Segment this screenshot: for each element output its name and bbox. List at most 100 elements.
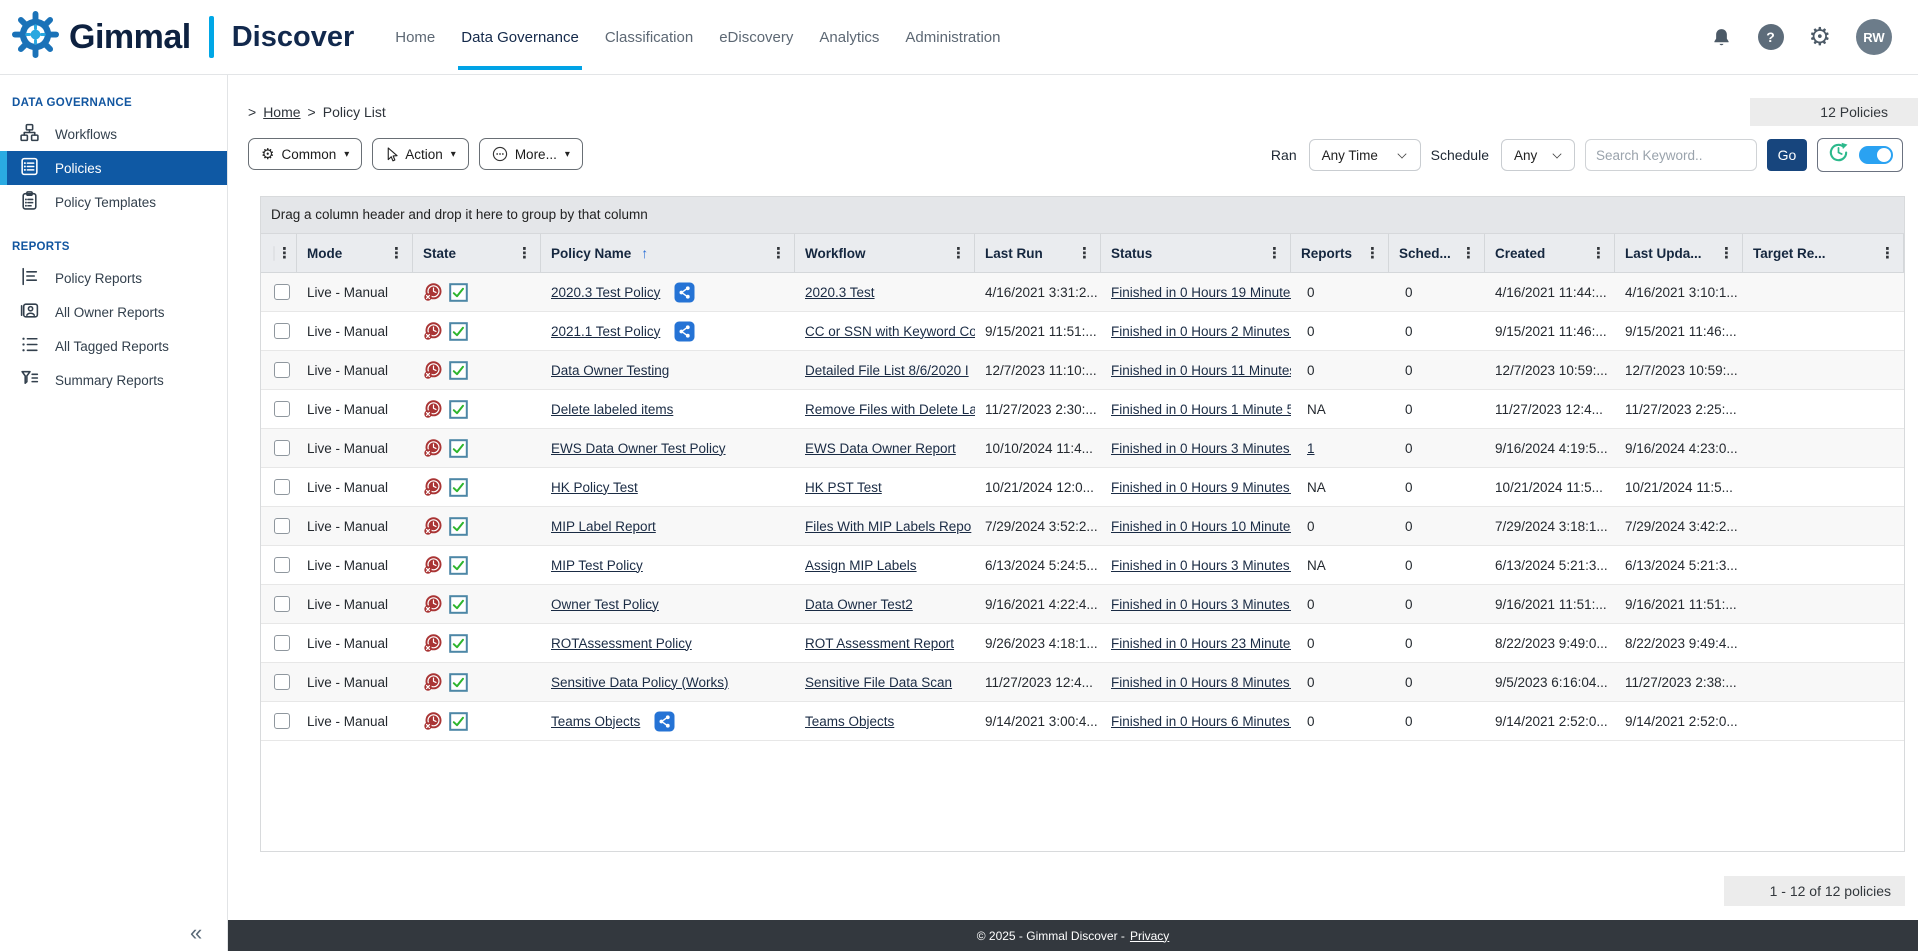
policy-name-link[interactable]: Delete labeled items bbox=[551, 402, 673, 417]
nav-tab-analytics[interactable]: Analytics bbox=[806, 0, 892, 75]
row-checkbox[interactable] bbox=[274, 596, 290, 612]
row-checkbox[interactable] bbox=[274, 713, 290, 729]
row-checkbox[interactable] bbox=[274, 635, 290, 651]
privacy-link[interactable]: Privacy bbox=[1130, 929, 1169, 943]
column-header-state[interactable]: State⋮ bbox=[413, 234, 541, 272]
policy-name-link[interactable]: Owner Test Policy bbox=[551, 597, 659, 612]
column-menu-icon[interactable]: ⋮ bbox=[1589, 244, 1608, 262]
row-checkbox[interactable] bbox=[274, 440, 290, 456]
nav-tab-classification[interactable]: Classification bbox=[592, 0, 706, 75]
nav-tab-administration[interactable]: Administration bbox=[892, 0, 1013, 75]
auto-refresh-toggle[interactable] bbox=[1859, 146, 1893, 164]
column-menu-icon[interactable]: ⋮ bbox=[515, 244, 534, 262]
breadcrumb-home-link[interactable]: Home bbox=[263, 104, 300, 120]
workflow-link[interactable]: Remove Files with Delete La bbox=[805, 402, 975, 417]
column-menu-icon[interactable]: ⋮ bbox=[1459, 244, 1478, 262]
workflow-link[interactable]: CC or SSN with Keyword Co bbox=[805, 324, 975, 339]
status-link[interactable]: Finished in 0 Hours 3 Minutes 2 bbox=[1111, 597, 1291, 612]
column-header-policy-name[interactable]: Policy Name↑⋮ bbox=[541, 234, 795, 272]
column-menu-icon[interactable]: ⋮ bbox=[1717, 244, 1736, 262]
row-checkbox[interactable] bbox=[274, 557, 290, 573]
more-button[interactable]: More... ▾ bbox=[479, 138, 583, 170]
policy-name-link[interactable]: EWS Data Owner Test Policy bbox=[551, 441, 726, 456]
status-link[interactable]: Finished in 0 Hours 11 Minutes bbox=[1111, 363, 1291, 378]
status-link[interactable]: Finished in 0 Hours 9 Minutes 1 bbox=[1111, 480, 1291, 495]
column-menu-icon[interactable]: ⋮ bbox=[1075, 244, 1094, 262]
row-checkbox[interactable] bbox=[274, 674, 290, 690]
status-link[interactable]: Finished in 0 Hours 2 Minutes 5 bbox=[1111, 324, 1291, 339]
row-checkbox[interactable] bbox=[274, 401, 290, 417]
status-link[interactable]: Finished in 0 Hours 10 Minutes bbox=[1111, 519, 1291, 534]
column-menu-icon[interactable]: ⋮ bbox=[387, 244, 406, 262]
status-link[interactable]: Finished in 0 Hours 3 Minutes 5 bbox=[1111, 558, 1291, 573]
search-input[interactable] bbox=[1585, 139, 1757, 171]
action-button[interactable]: Action ▾ bbox=[372, 138, 469, 170]
workflow-link[interactable]: ROT Assessment Report bbox=[805, 636, 954, 651]
status-link[interactable]: Finished in 0 Hours 19 Minutes bbox=[1111, 285, 1291, 300]
share-icon[interactable] bbox=[674, 321, 695, 342]
row-checkbox[interactable] bbox=[274, 479, 290, 495]
workflow-link[interactable]: Sensitive File Data Scan bbox=[805, 675, 952, 690]
nav-tab-data-governance[interactable]: Data Governance bbox=[448, 0, 592, 75]
policy-name-link[interactable]: ROTAssessment Policy bbox=[551, 636, 692, 651]
policy-name-link[interactable]: HK Policy Test bbox=[551, 480, 638, 495]
column-menu-icon[interactable]: ⋮ bbox=[769, 244, 788, 262]
row-checkbox[interactable] bbox=[274, 323, 290, 339]
go-button[interactable]: Go bbox=[1767, 139, 1807, 171]
nav-tab-ediscovery[interactable]: eDiscovery bbox=[706, 0, 806, 75]
workflow-link[interactable]: EWS Data Owner Report bbox=[805, 441, 956, 456]
row-checkbox[interactable] bbox=[274, 518, 290, 534]
column-header-status[interactable]: Status⋮ bbox=[1101, 234, 1291, 272]
share-icon[interactable] bbox=[674, 282, 695, 303]
column-header-last-run[interactable]: Last Run⋮ bbox=[975, 234, 1101, 272]
column-menu-icon[interactable]: ⋮ bbox=[275, 244, 294, 262]
workflow-link[interactable]: Data Owner Test2 bbox=[805, 597, 913, 612]
policy-name-link[interactable]: Teams Objects bbox=[551, 714, 640, 729]
sidebar-item-workflows[interactable]: Workflows bbox=[0, 117, 227, 151]
common-button[interactable]: ⚙ Common ▾ bbox=[248, 138, 362, 170]
column-menu-icon[interactable]: ⋮ bbox=[1363, 244, 1382, 262]
workflow-link[interactable]: HK PST Test bbox=[805, 480, 882, 495]
workflow-link[interactable]: Teams Objects bbox=[805, 714, 894, 729]
nav-tab-home[interactable]: Home bbox=[382, 0, 448, 75]
ran-select[interactable]: Any Time bbox=[1309, 139, 1421, 171]
schedule-select[interactable]: Any bbox=[1501, 139, 1575, 171]
column-menu-icon[interactable]: ⋮ bbox=[949, 244, 968, 262]
sidebar-item-all-owner-reports[interactable]: All Owner Reports bbox=[0, 295, 227, 329]
column-header-last-upda[interactable]: Last Upda...⋮ bbox=[1615, 234, 1743, 272]
workflow-link[interactable]: Assign MIP Labels bbox=[805, 558, 917, 573]
status-link[interactable]: Finished in 0 Hours 8 Minutes 1 bbox=[1111, 675, 1291, 690]
status-link[interactable]: Finished in 0 Hours 6 Minutes 3 bbox=[1111, 714, 1291, 729]
sidebar-item-summary-reports[interactable]: Summary Reports bbox=[0, 363, 227, 397]
history-refresh-icon[interactable] bbox=[1827, 141, 1850, 169]
column-menu-icon[interactable]: ⋮ bbox=[1878, 244, 1897, 262]
policy-name-link[interactable]: Data Owner Testing bbox=[551, 363, 669, 378]
column-header-sched[interactable]: Sched...⋮ bbox=[1389, 234, 1485, 272]
sidebar-item-all-tagged-reports[interactable]: All Tagged Reports bbox=[0, 329, 227, 363]
row-checkbox[interactable] bbox=[274, 362, 290, 378]
gear-icon[interactable]: ⚙ bbox=[1809, 25, 1831, 50]
workflow-link[interactable]: Detailed File List 8/6/2020 I bbox=[805, 363, 969, 378]
column-header-select[interactable]: ⋮ bbox=[261, 234, 297, 272]
column-menu-icon[interactable]: ⋮ bbox=[1265, 244, 1284, 262]
workflow-link[interactable]: 2020.3 Test bbox=[805, 285, 875, 300]
row-checkbox[interactable] bbox=[274, 284, 290, 300]
column-header-workflow[interactable]: Workflow⋮ bbox=[795, 234, 975, 272]
status-link[interactable]: Finished in 0 Hours 3 Minutes 3 bbox=[1111, 441, 1291, 456]
reports-count-link[interactable]: 1 bbox=[1307, 441, 1315, 456]
column-header-reports[interactable]: Reports⋮ bbox=[1291, 234, 1389, 272]
sidebar-item-policies[interactable]: Policies bbox=[0, 151, 227, 185]
status-link[interactable]: Finished in 0 Hours 23 Minutes bbox=[1111, 636, 1291, 651]
status-link[interactable]: Finished in 0 Hours 1 Minute 57 bbox=[1111, 402, 1291, 417]
avatar[interactable]: RW bbox=[1856, 19, 1892, 55]
policy-name-link[interactable]: MIP Test Policy bbox=[551, 558, 643, 573]
sidebar-item-policy-reports[interactable]: Policy Reports bbox=[0, 261, 227, 295]
policy-name-link[interactable]: Sensitive Data Policy (Works) bbox=[551, 675, 729, 690]
column-header-created[interactable]: Created⋮ bbox=[1485, 234, 1615, 272]
workflow-link[interactable]: Files With MIP Labels Repo bbox=[805, 519, 971, 534]
column-header-target-re[interactable]: Target Re...⋮ bbox=[1743, 234, 1904, 272]
share-icon[interactable] bbox=[654, 711, 675, 732]
sidebar-item-policy-templates[interactable]: Policy Templates bbox=[0, 185, 227, 219]
bell-icon[interactable] bbox=[1710, 26, 1733, 49]
sidebar-collapse-button[interactable]: « bbox=[190, 920, 202, 946]
